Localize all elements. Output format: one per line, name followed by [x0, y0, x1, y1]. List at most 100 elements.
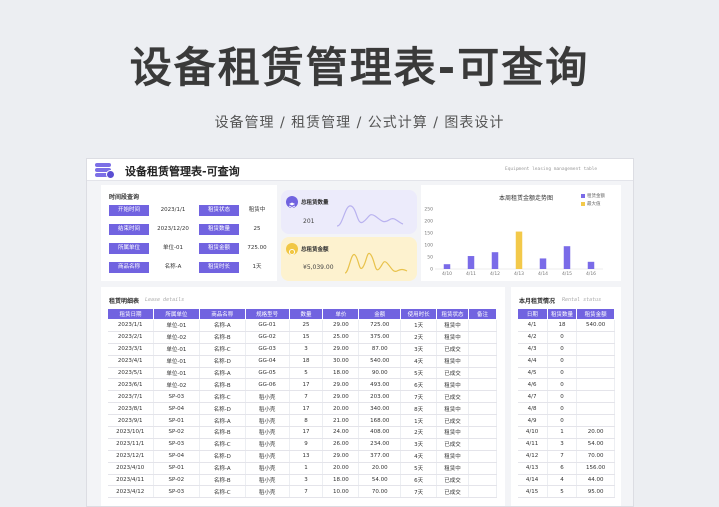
table-cell: 租赁中: [436, 319, 470, 332]
table-cell: 稻小壳: [245, 438, 290, 451]
query-result-value: 725.00: [247, 245, 267, 251]
total-amount-title: 总租赁金额: [301, 247, 329, 253]
table-cell: 4/12: [517, 450, 548, 463]
table-cell: 已成交: [436, 367, 470, 380]
table-cell: 25: [289, 319, 324, 332]
table-cell: 26.00: [322, 438, 360, 451]
table-row: 2023/5/1 单位-01 名称-A GG-05 5 18.00 90.00 5天 已成交: [107, 367, 497, 380]
table-cell: 377.00: [358, 450, 402, 463]
table-cell: 6: [547, 462, 578, 475]
monthly-table: 日期 租赁数量 租赁金额 4/1 18 540.00 4/2 0 4/3 0 4/4 0 4/5 0 4/…: [517, 308, 615, 499]
x-tick-label: 4/14: [538, 271, 548, 277]
table-cell: 2023/11/1: [107, 438, 154, 451]
y-tick-label: 100: [424, 243, 433, 249]
table-cell: 0: [547, 414, 578, 428]
x-tick-label: 4/15: [562, 271, 572, 277]
table-cell: 稻小壳: [245, 426, 290, 439]
table-cell: 名称-A: [199, 462, 246, 475]
chart-bar: [443, 264, 451, 269]
query-label: 租赁金额: [199, 243, 239, 254]
table-cell: 1天: [400, 319, 438, 332]
table-cell: 7: [289, 390, 324, 404]
wave-decoration: [336, 205, 404, 227]
table-cell: 租赁中: [436, 426, 470, 439]
table-cell: 0: [547, 355, 578, 368]
table-cell: 0: [547, 402, 578, 416]
chart-bar: [563, 246, 571, 269]
table-cell: [468, 343, 497, 356]
table-cell: 20.00: [322, 402, 360, 416]
table-cell: 29.00: [322, 343, 360, 356]
query-value-input[interactable]: 2023/12/20: [151, 224, 195, 235]
details-title: 租赁明细表: [109, 298, 140, 305]
table-cell: 8: [289, 414, 324, 428]
table-cell: 3天: [400, 438, 438, 451]
table-cell: 7天: [400, 485, 438, 499]
query-value-input[interactable]: 2023/1/1: [151, 205, 195, 216]
table-cell: 340.00: [358, 402, 402, 416]
query-label: 租赁时长: [199, 262, 239, 273]
table-cell: 29.00: [322, 378, 360, 392]
table-cell: 18.00: [322, 474, 360, 487]
table-cell: 9: [289, 438, 324, 451]
table-cell: 6天: [400, 378, 438, 392]
column-header: 所属单位: [152, 308, 200, 320]
table-cell: 2023/4/11: [107, 474, 154, 487]
table-cell: [576, 331, 615, 344]
table-cell: 0: [547, 378, 578, 392]
table-cell: [576, 414, 615, 428]
table-cell: 稻小壳: [245, 402, 290, 416]
table-row: 2023/7/1 SP-03 名称-C 稻小壳 7 29.00 203.00 7天 已成交: [107, 390, 497, 404]
query-value-input[interactable]: 单位-01: [151, 243, 195, 254]
table-cell: 4/7: [517, 390, 548, 404]
query-value-input[interactable]: 名称-A: [151, 262, 195, 273]
table-row: 4/13 6 156.00: [517, 462, 615, 475]
table-cell: SP-04: [153, 402, 200, 416]
chart-bar: [539, 258, 547, 269]
table-cell: 1: [289, 462, 324, 475]
table-row: 2023/3/1 单位-01 名称-C GG-03 3 29.00 87.00 3天 已成交: [107, 343, 497, 356]
table-cell: [576, 343, 615, 356]
column-header: 租赁状态: [436, 308, 470, 320]
table-cell: 名称-D: [199, 450, 246, 463]
stack-icon: [95, 163, 117, 179]
table-cell: 20.00: [358, 462, 402, 475]
query-label: 所属单位: [109, 243, 149, 254]
chart-panel: 本周租赁金额走势图 租赁金额 最大值 0 50 100 150 200 250 4/10 4/…: [421, 185, 621, 281]
table-cell: 2天: [400, 331, 438, 344]
table-cell: 租赁中: [436, 450, 470, 463]
table-cell: [576, 402, 615, 416]
table-row: 2023/4/12 SP-03 名称-C 稻小壳 7 10.00 70.00 7天 已成交: [107, 485, 497, 499]
table-cell: [468, 462, 497, 475]
table-row: 2023/4/11 SP-02 名称-B 稻小壳 3 18.00 54.00 6天 已成交: [107, 474, 497, 487]
table-cell: 2023/1/1: [107, 319, 154, 332]
query-label: 租赁数量: [199, 224, 239, 235]
table-cell: 375.00: [358, 331, 402, 344]
table-cell: 单位-01: [153, 319, 200, 332]
table-cell: 名称-B: [199, 426, 246, 439]
table-cell: [576, 367, 615, 380]
table-cell: GG-01: [245, 319, 290, 332]
table-row: 2023/2/1 单位-02 名称-B GG-02 15 25.00 375.00 2天 租赁中: [107, 331, 497, 344]
table-cell: 0: [547, 367, 578, 380]
table-row: 4/8 0: [517, 402, 615, 416]
table-cell: 44.00: [576, 474, 615, 487]
table-cell: 0: [547, 331, 578, 344]
query-result-value: 租赁中: [248, 207, 266, 213]
table-row: 2023/6/1 单位-02 名称-B GG-06 17 29.00 493.00 6天 租赁中: [107, 378, 497, 392]
monthly-title: 本月租赁情况: [519, 298, 556, 305]
table-cell: 18: [289, 355, 324, 368]
table-row: 2023/8/1 SP-04 名称-D 稻小壳 17 20.00 340.00 8天 租赁中: [107, 402, 497, 416]
chart-bar: [491, 252, 499, 269]
table-cell: 1天: [400, 414, 438, 428]
table-cell: 18.00: [322, 367, 360, 380]
column-header: 商品名称: [198, 308, 246, 320]
table-cell: 单位-01: [153, 367, 200, 380]
table-cell: [576, 390, 615, 404]
table-cell: 156.00: [576, 462, 615, 475]
column-header: 备注: [468, 308, 497, 320]
column-header: 日期: [517, 308, 548, 320]
x-tick-label: 4/13: [514, 271, 524, 277]
table-cell: 3: [547, 438, 578, 451]
x-tick-label: 4/12: [490, 271, 500, 277]
